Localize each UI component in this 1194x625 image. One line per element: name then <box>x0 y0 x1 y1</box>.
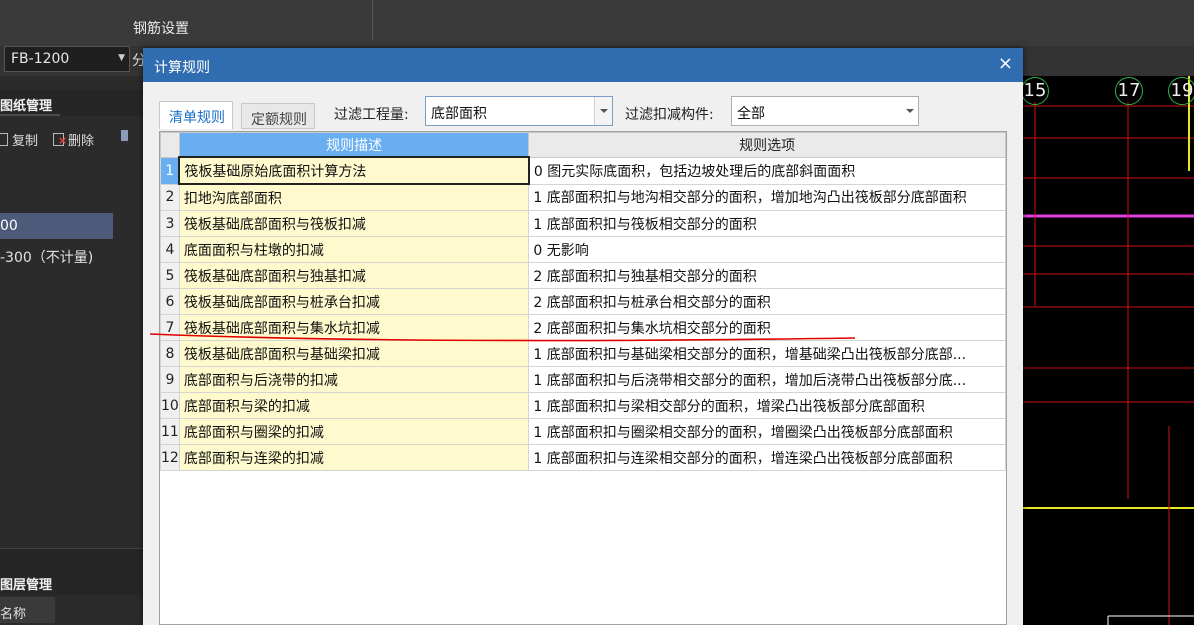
table-row[interactable]: 5 筏板基础底部面积与独基扣减 2 底部面积扣与独基相交部分的面积 <box>160 262 1006 289</box>
layer-name-column-header[interactable]: 名称 <box>0 597 55 623</box>
floor-select-value: FB-1200 <box>11 51 70 67</box>
filter-component-select[interactable]: 全部 <box>731 96 919 126</box>
drawing-manager-header: 图纸管理 <box>0 90 145 116</box>
rule-description-cell[interactable]: 扣地沟底部面积 <box>178 183 530 211</box>
rule-option-cell[interactable]: 1 底部面积扣与梁相交部分的面积，增梁凸出筏板部分底部面积 <box>528 392 1006 419</box>
row-number[interactable]: 3 <box>160 210 180 237</box>
rule-option-cell[interactable]: 1 底部面积扣与后浇带相交部分的面积，增加后浇带凸出筏板部分底... <box>528 366 1006 393</box>
copy-label: 复制 <box>12 134 39 149</box>
table-row[interactable]: 8 筏板基础底部面积与基础梁扣减 1 底部面积扣与基础梁相交部分的面积，增基础梁凸出… <box>160 340 1006 367</box>
drawing-toolbar: 复制 删除 <box>0 126 145 150</box>
row-number[interactable]: 8 <box>160 340 180 367</box>
rule-option-cell[interactable]: 1 底部面积扣与筏板相交部分的面积 <box>528 210 1006 237</box>
rule-description-cell[interactable]: 底面面积与柱墩的扣减 <box>178 236 530 263</box>
left-panel <box>0 76 145 625</box>
table-header-row: 规则描述 规则选项 <box>160 132 1006 158</box>
rule-description-cell[interactable]: 底部面积与圈梁的扣减 <box>178 418 530 445</box>
row-number[interactable]: 10 <box>160 392 180 419</box>
rule-option-cell[interactable]: 1 底部面积扣与基础梁相交部分的面积，增基础梁凸出筏板部分底部... <box>528 340 1006 367</box>
filter-component-label: 过滤扣减构件: <box>625 107 714 123</box>
row-number[interactable]: 1 <box>160 156 180 185</box>
rule-option-cell[interactable]: 0 无影响 <box>528 236 1006 263</box>
rule-description-cell[interactable]: 底部面积与后浇带的扣减 <box>178 366 530 393</box>
menu-rebar-settings[interactable]: 钢筋设置 <box>133 18 189 38</box>
rule-description-cell[interactable]: 筏板基础底部面积与独基扣减 <box>178 262 530 289</box>
rule-description-cell[interactable]: 底部面积与连梁的扣减 <box>178 444 530 471</box>
axis-label[interactable]: 17 <box>1115 77 1143 105</box>
rule-option-cell[interactable]: 0 图元实际底面积，包括边坡处理后的底部斜面面积 <box>528 156 1006 185</box>
chevron-down-icon[interactable] <box>594 97 612 125</box>
menu-separator <box>372 0 373 40</box>
rule-option-cell[interactable]: 1 底部面积扣与圈梁相交部分的面积，增圈梁凸出筏板部分底部面积 <box>528 418 1006 445</box>
panel-divider <box>0 548 145 569</box>
cad-lines <box>1023 76 1194 625</box>
table-row[interactable]: 6 筏板基础底部面积与桩承台扣减 2 底部面积扣与桩承台相交部分的面积 <box>160 288 1006 315</box>
floor-select[interactable]: FB-1200 ▼ <box>4 46 130 72</box>
row-number[interactable]: 6 <box>160 288 180 315</box>
table-row[interactable]: 11 底部面积与圈梁的扣减 1 底部面积扣与圈梁相交部分的面积，增圈梁凸出筏板部分底… <box>160 418 1006 445</box>
rule-description-cell[interactable]: 筏板基础底部面积与筏板扣减 <box>178 210 530 237</box>
delete-button[interactable]: 删除 <box>53 130 94 149</box>
copy-icon <box>0 133 8 146</box>
rules-grid[interactable]: 规则描述 规则选项 1 筏板基础原始底面积计算方法 0 图元实际底面积，包括边坡处理… <box>159 131 1007 625</box>
column-header-rule-description[interactable]: 规则描述 <box>178 132 530 158</box>
axis-label[interactable]: 19 <box>1168 77 1194 105</box>
dialog-title-bar[interactable]: 计算规则 × <box>143 48 1023 82</box>
drawing-canvas[interactable]: 15 17 19 <box>1023 76 1194 625</box>
row-number[interactable]: 9 <box>160 366 180 393</box>
filter-component-value: 全部 <box>737 106 765 122</box>
chevron-down-icon[interactable] <box>901 97 918 125</box>
tab-quota-rules[interactable]: 定额规则 <box>241 103 315 129</box>
row-number[interactable]: 11 <box>160 418 180 445</box>
layer-manager-title[interactable]: 图层管理 <box>0 574 52 593</box>
table-row[interactable]: 3 筏板基础底部面积与筏板扣减 1 底部面积扣与筏板相交部分的面积 <box>160 210 1006 237</box>
row-number[interactable]: 7 <box>160 314 180 341</box>
header-corner <box>160 132 180 158</box>
delete-label: 删除 <box>68 134 95 149</box>
rule-option-cell[interactable]: 1 底部面积扣与地沟相交部分的面积，增加地沟凸出筏板部分底部面积 <box>528 183 1006 211</box>
rules-table: 规则描述 规则选项 1 筏板基础原始底面积计算方法 0 图元实际底面积，包括边坡处理… <box>160 132 1006 471</box>
row-number[interactable]: 5 <box>160 262 180 289</box>
filter-quantity-value: 底部面积 <box>431 106 487 122</box>
table-row[interactable]: 9 底部面积与后浇带的扣减 1 底部面积扣与后浇带相交部分的面积，增加后浇带凸出筏板… <box>160 366 1006 393</box>
row-number[interactable]: 2 <box>160 183 180 211</box>
chevron-down-icon: ▼ <box>118 53 125 63</box>
tab-underline <box>0 114 60 116</box>
rule-option-cell[interactable]: 1 底部面积扣与连梁相交部分的面积，增连梁凸出筏板部分底部面积 <box>528 444 1006 471</box>
tab-bill-rules[interactable]: 清单规则 <box>159 101 233 129</box>
table-row[interactable]: 1 筏板基础原始底面积计算方法 0 图元实际底面积，包括边坡处理后的底部斜面面积 <box>160 156 1006 185</box>
filter-quantity-select[interactable]: 底部面积 <box>425 96 613 126</box>
rule-option-cell[interactable]: 2 底部面积扣与桩承台相交部分的面积 <box>528 288 1006 315</box>
close-icon[interactable]: × <box>998 53 1013 74</box>
copy-button[interactable]: 复制 <box>0 130 38 149</box>
rule-description-cell[interactable]: 筏板基础底部面积与集水坑扣减 <box>178 314 530 341</box>
axis-label[interactable]: 15 <box>1023 77 1049 105</box>
row-number[interactable]: 4 <box>160 236 180 263</box>
table-row[interactable]: 4 底面面积与柱墩的扣减 0 无影响 <box>160 236 1006 263</box>
layer-manager-header: 图层管理 <box>0 569 145 595</box>
rule-description-cell[interactable]: 筏板基础底部面积与基础梁扣减 <box>178 340 530 367</box>
drawing-manager-title[interactable]: 图纸管理 <box>0 95 52 114</box>
table-row[interactable]: 12 底部面积与连梁的扣减 1 底部面积扣与连梁相交部分的面积，增连梁凸出筏板部分底… <box>160 444 1006 471</box>
filter-quantity-label: 过滤工程量: <box>334 107 409 123</box>
rule-description-cell[interactable]: 底部面积与梁的扣减 <box>178 392 530 419</box>
table-row[interactable]: 7 筏板基础底部面积与集水坑扣减 2 底部面积扣与集水坑相交部分的面积 <box>160 314 1006 341</box>
table-row[interactable]: 10 底部面积与梁的扣减 1 底部面积扣与梁相交部分的面积，增梁凸出筏板部分底部面积 <box>160 392 1006 419</box>
table-row[interactable]: 2 扣地沟底部面积 1 底部面积扣与地沟相交部分的面积，增加地沟凸出筏板部分底部面积 <box>160 183 1006 211</box>
row-number[interactable]: 12 <box>160 444 180 471</box>
more-icon[interactable] <box>121 130 128 145</box>
dialog-title: 计算规则 <box>154 60 210 76</box>
rule-option-cell[interactable]: 2 底部面积扣与集水坑相交部分的面积 <box>528 314 1006 341</box>
delete-icon <box>53 133 67 146</box>
tree-item-selected[interactable]: 00 <box>0 213 113 239</box>
tree-item[interactable]: -300（不计量) <box>0 247 93 267</box>
column-header-rule-option[interactable]: 规则选项 <box>528 132 1006 158</box>
rule-description-cell[interactable]: 筏板基础原始底面积计算方法 <box>178 156 530 185</box>
calculation-rules-dialog: 计算规则 × 清单规则 定额规则 过滤工程量: 底部面积 过滤扣减构件: 全部 … <box>143 48 1023 625</box>
rule-option-cell[interactable]: 2 底部面积扣与独基相交部分的面积 <box>528 262 1006 289</box>
top-menu-bar: 钢筋设置 <box>0 0 1194 46</box>
rule-description-cell[interactable]: 筏板基础底部面积与桩承台扣减 <box>178 288 530 315</box>
